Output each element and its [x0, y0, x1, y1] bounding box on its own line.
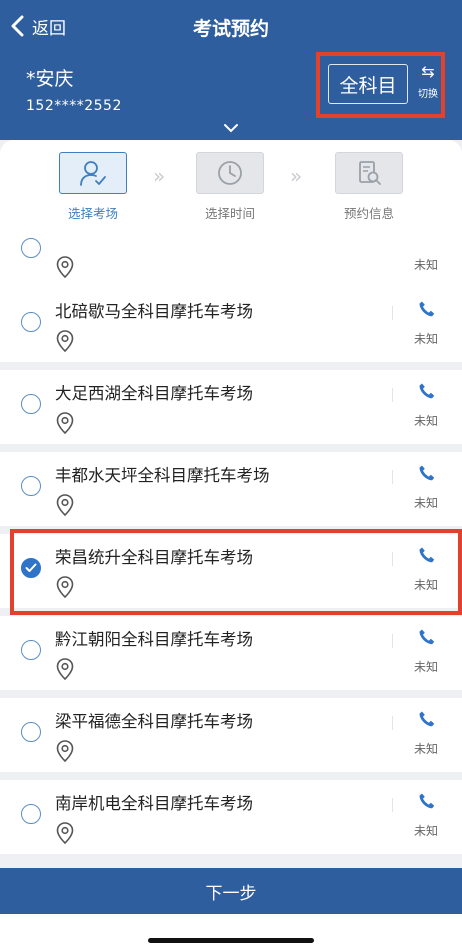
venue-name: 梁平福德全科目摩托车考场: [55, 712, 253, 731]
venue-name: 南岸机电全科目摩托车考场: [55, 794, 253, 813]
phone-icon[interactable]: [418, 300, 436, 318]
list-item[interactable]: 丰都水天坪全科目摩托车考场 未知: [0, 452, 462, 526]
list-item[interactable]: 梁平福德全科目摩托车考场 未知: [0, 698, 462, 772]
step-arrow-icon: »: [153, 164, 166, 188]
highlight-frame: [316, 52, 445, 118]
list-item[interactable]: 大足西湖全科目摩托车考场 未知: [0, 370, 462, 444]
radio-button[interactable]: [21, 394, 41, 414]
home-indicator: [148, 938, 314, 943]
divider: [392, 470, 393, 484]
phone-icon[interactable]: [418, 546, 436, 564]
step-label: 选择考场: [67, 206, 118, 221]
page-title: 考试预约: [192, 18, 269, 40]
radio-button[interactable]: [21, 476, 41, 496]
app-header: 返回 考试预约 *安庆 152****2552 全科目 ⇆ 切换: [0, 0, 462, 140]
checkmark-icon: [25, 563, 37, 572]
user-phone: 152****2552: [26, 98, 122, 114]
status-text: 未知: [414, 496, 439, 510]
step-select-time: 选择时间: [180, 152, 280, 222]
phone-icon[interactable]: [418, 710, 436, 728]
step-label: 预约信息: [343, 206, 394, 221]
step-booking-info: 预约信息: [319, 152, 419, 222]
venue-list: 未知 北碚歇马全科目摩托车考场 未知 大足西湖全科目摩托车考场 未知 丰都水天坪…: [0, 232, 462, 868]
step-indicator: 选择考场 » 选择时间 » 预约信息: [0, 140, 462, 232]
list-item[interactable]: 北碚歇马全科目摩托车考场 未知: [0, 288, 462, 362]
list-item-selected[interactable]: 荣昌统升全科目摩托车考场 未知: [0, 534, 462, 608]
location-pin-icon[interactable]: [56, 822, 74, 844]
status-text: 未知: [414, 824, 439, 838]
clock-icon: [218, 161, 242, 185]
person-check-icon: [80, 161, 106, 186]
phone-icon[interactable]: [418, 628, 436, 646]
document-search-icon: [359, 161, 381, 185]
divider: [392, 306, 393, 320]
venue-name: 黔江朝阳全科目摩托车考场: [55, 630, 253, 649]
status-text: 未知: [414, 578, 439, 592]
step-select-venue: 选择考场: [43, 152, 143, 222]
radio-button-checked[interactable]: [21, 558, 41, 578]
location-pin-icon[interactable]: [56, 412, 74, 434]
venue-name: 北碚歇马全科目摩托车考场: [55, 302, 253, 321]
divider: [392, 798, 393, 812]
status-text: 未知: [414, 332, 439, 346]
venue-name: 丰都水天坪全科目摩托车考场: [55, 466, 270, 485]
divider: [392, 634, 393, 648]
chevron-down-icon[interactable]: [223, 123, 239, 133]
step-label: 选择时间: [204, 206, 255, 221]
radio-button[interactable]: [21, 238, 41, 258]
status-text: 未知: [414, 414, 439, 428]
location-pin-icon[interactable]: [56, 494, 74, 516]
venue-name: 荣昌统升全科目摩托车考场: [55, 548, 253, 567]
user-city: *安庆: [26, 68, 74, 90]
location-pin-icon[interactable]: [56, 658, 74, 680]
list-item[interactable]: 南岸机电全科目摩托车考场 未知: [0, 780, 462, 854]
venue-name: 大足西湖全科目摩托车考场: [55, 384, 253, 403]
radio-button[interactable]: [21, 804, 41, 824]
divider: [392, 716, 393, 730]
radio-button[interactable]: [21, 722, 41, 742]
radio-button[interactable]: [21, 640, 41, 660]
step-arrow-icon: »: [290, 164, 303, 188]
list-item[interactable]: 黔江朝阳全科目摩托车考场 未知: [0, 616, 462, 690]
location-pin-icon[interactable]: [56, 740, 74, 762]
divider: [392, 388, 393, 402]
status-text: 未知: [414, 660, 439, 674]
phone-icon[interactable]: [418, 792, 436, 810]
top-bar: 返回 考试预约: [0, 0, 462, 52]
status-text: 未知: [414, 742, 439, 756]
list-item[interactable]: 未知: [0, 232, 462, 288]
divider: [392, 552, 393, 566]
phone-icon[interactable]: [418, 464, 436, 482]
status-text: 未知: [414, 258, 439, 272]
next-step-button[interactable]: 下一步: [0, 868, 462, 914]
radio-button[interactable]: [21, 312, 41, 332]
location-pin-icon[interactable]: [56, 576, 74, 598]
location-pin-icon[interactable]: [56, 256, 74, 278]
location-pin-icon[interactable]: [56, 330, 74, 352]
phone-icon[interactable]: [418, 382, 436, 400]
home-bar-area: [0, 914, 462, 952]
